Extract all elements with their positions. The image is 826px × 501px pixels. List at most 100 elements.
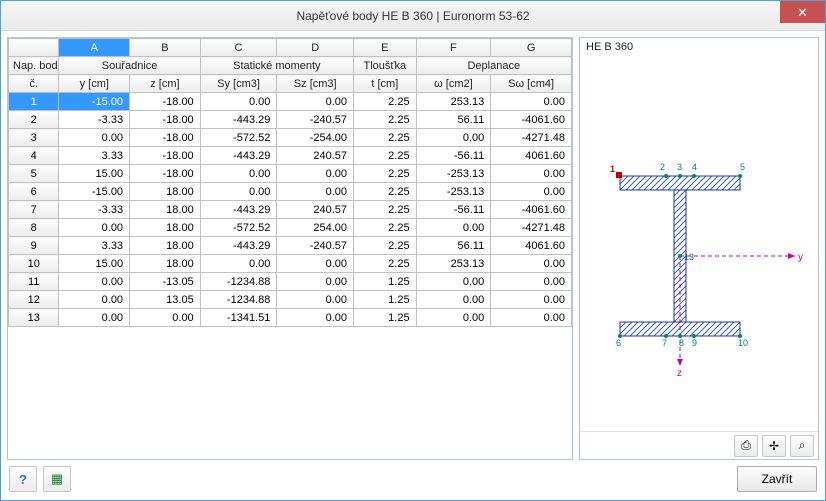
cell[interactable]: 0.00: [416, 291, 491, 309]
cell[interactable]: 4061.60: [491, 237, 572, 255]
table-row[interactable]: 2-3.33-18.00-443.29-240.572.2556.11-4061…: [9, 111, 572, 129]
cell[interactable]: 1.25: [354, 273, 417, 291]
cell[interactable]: -253.13: [416, 165, 491, 183]
cell[interactable]: -1234.88: [200, 291, 277, 309]
cell[interactable]: 56.11: [416, 111, 491, 129]
cell[interactable]: -18.00: [130, 165, 201, 183]
cell[interactable]: 18.00: [130, 237, 201, 255]
cell[interactable]: 18.00: [130, 201, 201, 219]
cell[interactable]: 0.00: [416, 129, 491, 147]
cell[interactable]: -443.29: [200, 147, 277, 165]
cell[interactable]: 0.00: [59, 219, 130, 237]
row-number[interactable]: 11: [9, 273, 59, 291]
table-row[interactable]: 515.00-18.000.000.002.25-253.130.00: [9, 165, 572, 183]
col-letter-f[interactable]: F: [416, 39, 491, 57]
cell[interactable]: -443.29: [200, 201, 277, 219]
cell[interactable]: -240.57: [277, 237, 354, 255]
preview-canvas[interactable]: 1 2 3 4 5 6 7 8 9 10 13 y z: [580, 56, 818, 431]
cell[interactable]: 18.00: [130, 183, 201, 201]
col-letter-b[interactable]: B: [130, 39, 201, 57]
cell[interactable]: 0.00: [491, 183, 572, 201]
row-number[interactable]: 12: [9, 291, 59, 309]
cell[interactable]: 0.00: [59, 129, 130, 147]
cell[interactable]: 2.25: [354, 201, 417, 219]
cell[interactable]: -56.11: [416, 147, 491, 165]
cell[interactable]: 2.25: [354, 111, 417, 129]
table-row[interactable]: 130.000.00-1341.510.001.250.000.00: [9, 309, 572, 327]
cell[interactable]: 253.13: [416, 93, 491, 111]
table-row[interactable]: 93.3318.00-443.29-240.572.2556.114061.60: [9, 237, 572, 255]
cell[interactable]: 15.00: [59, 165, 130, 183]
cell[interactable]: 0.00: [59, 273, 130, 291]
cell[interactable]: 0.00: [200, 183, 277, 201]
cell[interactable]: 240.57: [277, 201, 354, 219]
cell[interactable]: -443.29: [200, 111, 277, 129]
table-row[interactable]: 80.0018.00-572.52254.002.250.00-4271.48: [9, 219, 572, 237]
close-dialog-button[interactable]: Zavřít: [737, 466, 817, 492]
row-number[interactable]: 10: [9, 255, 59, 273]
cell[interactable]: 253.13: [416, 255, 491, 273]
row-number[interactable]: 5: [9, 165, 59, 183]
cell[interactable]: 0.00: [416, 219, 491, 237]
cell[interactable]: -15.00: [59, 183, 130, 201]
cell[interactable]: -1341.51: [200, 309, 277, 327]
cell[interactable]: 0.00: [491, 165, 572, 183]
cell[interactable]: 240.57: [277, 147, 354, 165]
cell[interactable]: 0.00: [277, 291, 354, 309]
cell[interactable]: -18.00: [130, 129, 201, 147]
table-row[interactable]: 120.0013.05-1234.880.001.250.000.00: [9, 291, 572, 309]
table-row[interactable]: 1015.0018.000.000.002.25253.130.00: [9, 255, 572, 273]
help-button[interactable]: ?: [9, 466, 37, 492]
cell[interactable]: -572.52: [200, 219, 277, 237]
row-number[interactable]: 4: [9, 147, 59, 165]
cell[interactable]: 0.00: [200, 93, 277, 111]
cell[interactable]: -254.00: [277, 129, 354, 147]
cell[interactable]: 0.00: [200, 165, 277, 183]
table-row[interactable]: 110.00-13.05-1234.880.001.250.000.00: [9, 273, 572, 291]
data-grid[interactable]: A B C D E F G Nap. bod Souřadnice Static…: [8, 38, 572, 459]
cell[interactable]: 0.00: [277, 255, 354, 273]
cell[interactable]: 2.25: [354, 93, 417, 111]
row-number[interactable]: 8: [9, 219, 59, 237]
cell[interactable]: -18.00: [130, 147, 201, 165]
cell[interactable]: -253.13: [416, 183, 491, 201]
print-button[interactable]: ⎙: [734, 435, 758, 457]
cell[interactable]: 0.00: [277, 309, 354, 327]
table-row[interactable]: 43.33-18.00-443.29240.572.25-56.114061.6…: [9, 147, 572, 165]
cell[interactable]: -56.11: [416, 201, 491, 219]
cell[interactable]: -443.29: [200, 237, 277, 255]
cell[interactable]: -1234.88: [200, 273, 277, 291]
zoom-button[interactable]: ⌕: [790, 435, 814, 457]
col-letter-c[interactable]: C: [200, 39, 277, 57]
cell[interactable]: 254.00: [277, 219, 354, 237]
cell[interactable]: 0.00: [491, 291, 572, 309]
row-number[interactable]: 6: [9, 183, 59, 201]
cell[interactable]: -3.33: [59, 111, 130, 129]
row-number[interactable]: 9: [9, 237, 59, 255]
cell[interactable]: 15.00: [59, 255, 130, 273]
cell[interactable]: -18.00: [130, 93, 201, 111]
cell[interactable]: 0.00: [277, 183, 354, 201]
row-number[interactable]: 1: [9, 93, 59, 111]
cell[interactable]: 4061.60: [491, 147, 572, 165]
cell[interactable]: 3.33: [59, 237, 130, 255]
cell[interactable]: 0.00: [491, 309, 572, 327]
row-number[interactable]: 2: [9, 111, 59, 129]
excel-export-button[interactable]: ▦: [43, 466, 71, 492]
cell[interactable]: 0.00: [491, 255, 572, 273]
table-row[interactable]: 30.00-18.00-572.52-254.002.250.00-4271.4…: [9, 129, 572, 147]
cell[interactable]: 0.00: [277, 273, 354, 291]
cell[interactable]: 18.00: [130, 255, 201, 273]
cell[interactable]: -18.00: [130, 111, 201, 129]
cell[interactable]: 2.25: [354, 183, 417, 201]
cell[interactable]: 2.25: [354, 129, 417, 147]
row-number[interactable]: 7: [9, 201, 59, 219]
axes-button[interactable]: ✢: [762, 435, 786, 457]
cell[interactable]: 0.00: [59, 309, 130, 327]
cell[interactable]: 0.00: [491, 273, 572, 291]
cell[interactable]: 56.11: [416, 237, 491, 255]
cell[interactable]: 0.00: [200, 255, 277, 273]
cell[interactable]: 3.33: [59, 147, 130, 165]
table-row[interactable]: 6-15.0018.000.000.002.25-253.130.00: [9, 183, 572, 201]
cell[interactable]: 1.25: [354, 309, 417, 327]
